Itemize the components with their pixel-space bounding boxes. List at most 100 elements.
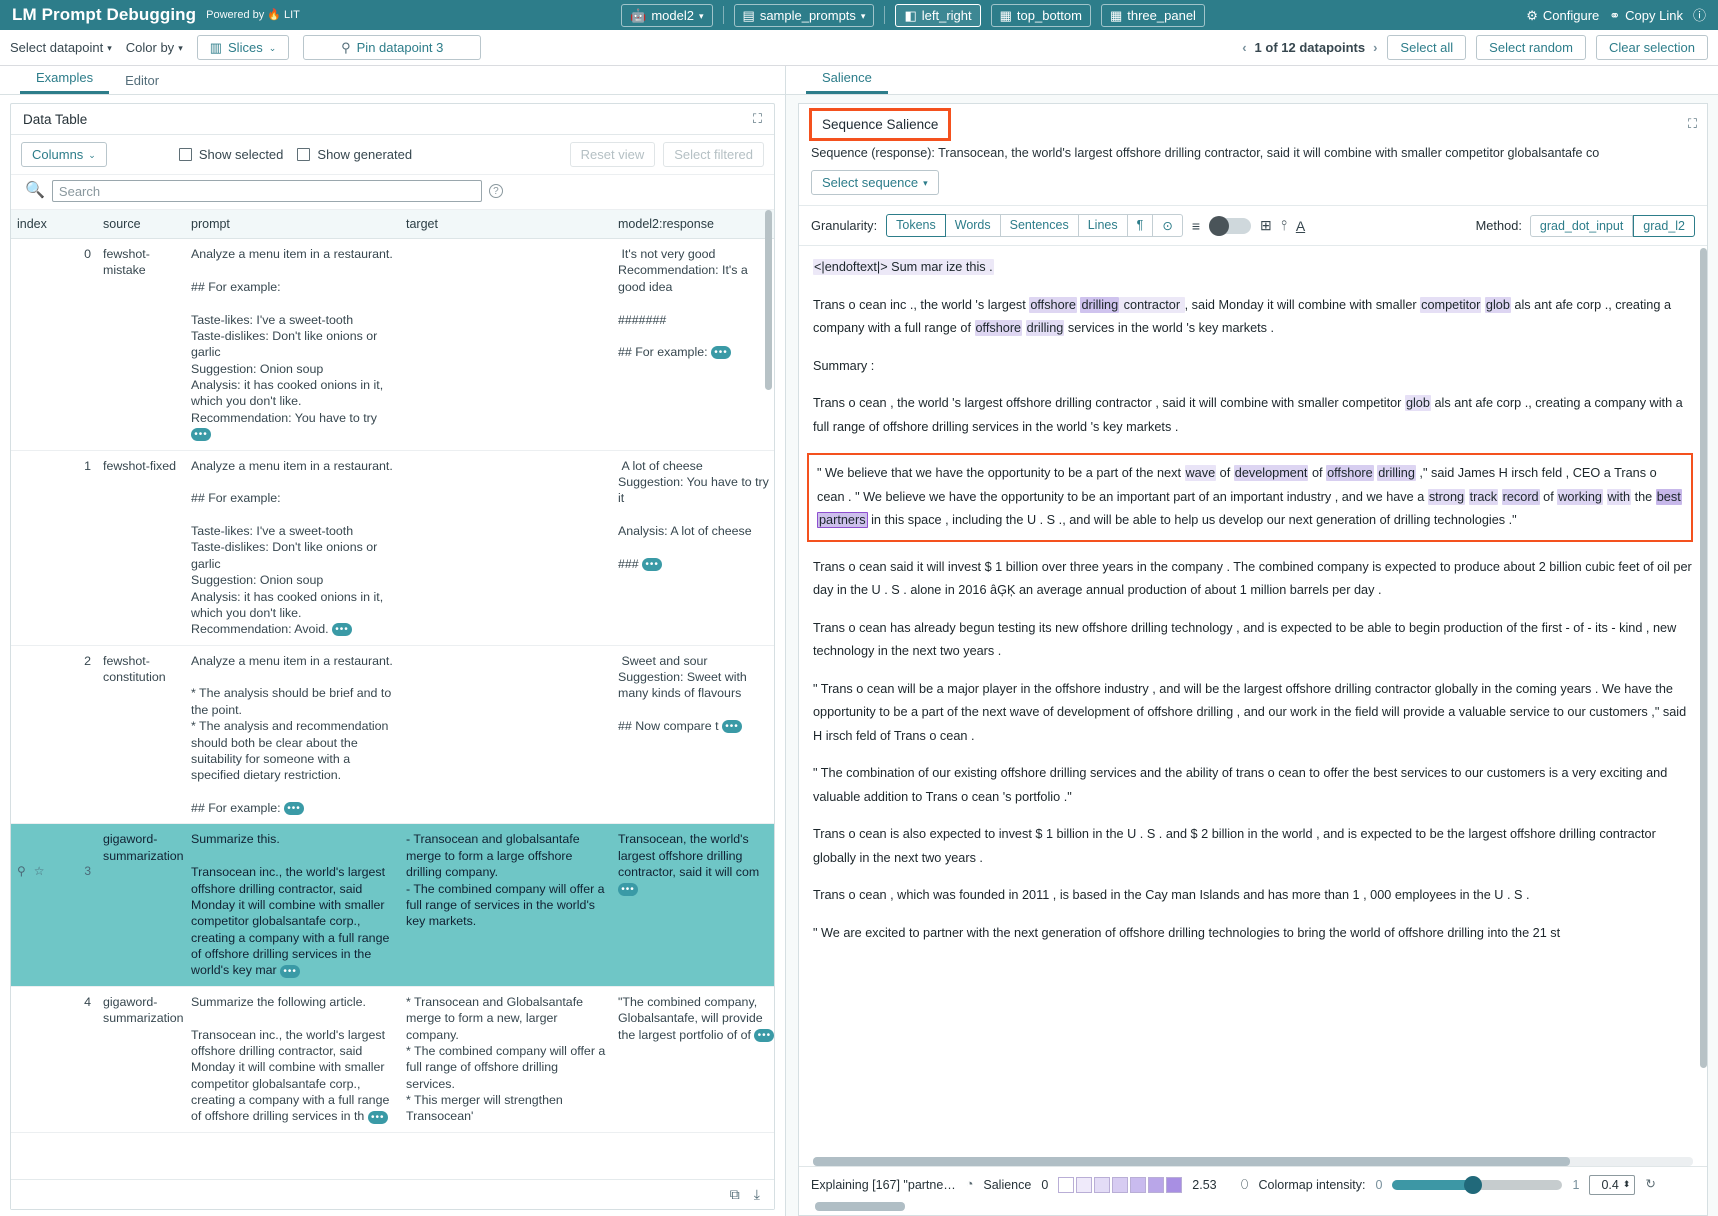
show-selected-checkbox[interactable]: Show selected [179, 147, 284, 162]
granularity-tokens[interactable]: Tokens [886, 214, 946, 237]
expand-more-icon[interactable]: ••• [280, 965, 300, 978]
salience-token[interactable]: <|endoftext|> Sum mar ize this . [813, 259, 994, 275]
intensity-stepper[interactable]: 0.4 ⬍ [1589, 1175, 1635, 1195]
salience-token[interactable]: competitor [1420, 297, 1481, 313]
color-by-dropdown[interactable]: Color by ▾ [126, 40, 183, 55]
salience-token[interactable]: strong [1428, 489, 1465, 505]
salience-token[interactable]: with [1607, 489, 1632, 505]
salience-token-run[interactable]: Trans o cean has already begun testing i… [813, 621, 1676, 659]
salience-vertical-scrollbar[interactable] [1700, 248, 1707, 1068]
copy-icon[interactable]: ⧉ [730, 1186, 740, 1203]
salience-token-run[interactable]: Trans o cean inc ., the world 's largest [813, 298, 1029, 312]
select-sequence-button[interactable]: Select sequence ▾ [811, 170, 939, 195]
slices-button[interactable]: ▥ Slices ⌄ [197, 35, 290, 60]
palette-icon[interactable]: ◔ [966, 1178, 974, 1191]
tab-editor[interactable]: Editor [109, 69, 175, 94]
expand-more-icon[interactable]: ••• [332, 623, 352, 636]
salience-token-run[interactable]: " Trans o cean will be a major player in… [813, 682, 1686, 743]
layout-top-bottom-button[interactable]: ▦ top_bottom [991, 4, 1091, 27]
granularity-words[interactable]: Words [946, 214, 1001, 237]
expand-more-icon[interactable]: ••• [754, 1029, 774, 1042]
reset-icon[interactable]: ↻ [1645, 1178, 1655, 1191]
salience-token[interactable]: glob [1485, 297, 1511, 313]
star-icon[interactable]: ☆ [34, 864, 45, 880]
expand-more-icon[interactable]: ••• [618, 883, 638, 896]
select-all-button[interactable]: Select all [1387, 35, 1466, 60]
salience-token[interactable]: drilling [1026, 320, 1065, 336]
col-source[interactable]: source [97, 210, 185, 239]
help-button[interactable]: ⓘ [1693, 9, 1706, 22]
dataset-selector[interactable]: ▤ sample_prompts ▾ [734, 4, 875, 27]
model-selector[interactable]: 🤖 model2 ▾ [621, 4, 712, 27]
salience-horizontal-scrollbar[interactable] [813, 1157, 1693, 1166]
select-datapoint-dropdown[interactable]: Select datapoint ▾ [10, 40, 112, 55]
salience-token[interactable]: wave [1185, 465, 1217, 481]
salience-text-area[interactable]: <|endoftext|> Sum mar ize this . Trans o… [799, 246, 1707, 1153]
search-input[interactable] [52, 180, 482, 202]
salience-token[interactable]: offshore [1326, 465, 1374, 481]
download-icon[interactable]: ⤓ [754, 1186, 760, 1203]
col-response[interactable]: model2:response [612, 210, 774, 239]
layout-left-right-button[interactable]: ◧ left_right [895, 4, 980, 27]
vertical-align-icon[interactable]: ⫯ [1281, 217, 1287, 234]
method-grad-l2[interactable]: grad_l2 [1633, 215, 1695, 237]
table-row[interactable]: ⚲ ☆ 3 gigaword-summarization Summarize t… [11, 824, 774, 986]
method-grad-dot-input[interactable]: grad_dot_input [1530, 215, 1633, 237]
columns-button[interactable]: Columns ⌄ [21, 142, 107, 167]
lines-density-icon[interactable]: ≡ [1192, 218, 1200, 234]
slider-knob[interactable] [1464, 1176, 1482, 1194]
salience-token-run[interactable]: Trans o cean , the world 's largest offs… [813, 396, 1405, 410]
tab-salience[interactable]: Salience [806, 66, 888, 94]
tab-examples[interactable]: Examples [20, 66, 109, 94]
salience-token[interactable]: track [1469, 489, 1499, 505]
pin-icon[interactable]: ⚲ [17, 864, 26, 880]
select-filtered-button[interactable]: Select filtered [663, 142, 764, 167]
salience-token-run[interactable]: " We believe that we have the opportunit… [817, 466, 1185, 480]
salience-token[interactable]: offshore [975, 320, 1023, 336]
expand-more-icon[interactable]: ••• [722, 720, 742, 733]
layout-three-panel-button[interactable]: ▦ three_panel [1101, 4, 1205, 27]
clear-selection-button[interactable]: Clear selection [1596, 35, 1708, 60]
table-vertical-scrollbar[interactable] [765, 210, 772, 390]
expand-more-icon[interactable]: ••• [711, 346, 731, 359]
salience-token[interactable]: offshore [1029, 297, 1077, 313]
configure-button[interactable]: ⚙ Configure [1526, 8, 1599, 23]
granularity-custom[interactable]: ⊙ [1153, 214, 1182, 237]
granularity-sentences[interactable]: Sentences [1001, 214, 1079, 237]
expand-icon[interactable]: ⛶ [1688, 116, 1697, 132]
dense-toggle[interactable] [1209, 218, 1251, 234]
salience-token-run[interactable]: " We are excited to partner with the nex… [813, 926, 1560, 940]
col-target[interactable]: target [400, 210, 612, 239]
table-row[interactable]: 2 fewshot-constitution Analyze a menu it… [11, 645, 774, 824]
expand-more-icon[interactable]: ••• [642, 558, 662, 571]
table-row[interactable]: 0 fewshot-mistake Analyze a menu item in… [11, 239, 774, 451]
reset-view-button[interactable]: Reset view [570, 142, 656, 167]
pin-datapoint-button[interactable]: ⚲ Pin datapoint 3 [303, 35, 481, 60]
salience-token[interactable]: drilling [1080, 297, 1119, 313]
table-row[interactable]: 1 fewshot-fixed Analyze a menu item in a… [11, 450, 774, 645]
colormap-intensity-slider[interactable] [1392, 1180, 1562, 1190]
salience-token[interactable]: glob [1405, 395, 1431, 411]
grid-icon[interactable]: ⊞ [1260, 217, 1272, 234]
expand-more-icon[interactable]: ••• [191, 428, 211, 441]
col-prompt[interactable]: prompt [185, 210, 400, 239]
salience-token-run[interactable]: Trans o cean , which was founded in 2011… [813, 888, 1530, 902]
salience-token[interactable]: best [1656, 489, 1682, 505]
expand-more-icon[interactable]: ••• [368, 1111, 388, 1124]
salience-token-run[interactable]: Trans o cean is also expected to invest … [813, 827, 1656, 865]
prev-datapoint-button[interactable]: ‹ [1242, 40, 1246, 55]
expand-more-icon[interactable]: ••• [284, 802, 304, 815]
stepper-arrows-icon[interactable]: ⬍ [1623, 1181, 1631, 1188]
salience-bottom-scrollbar[interactable] [811, 1202, 1695, 1211]
data-table-scroll[interactable]: index source prompt target model2:respon… [11, 209, 774, 1179]
salience-token[interactable]: record [1502, 489, 1540, 505]
show-generated-checkbox[interactable]: Show generated [297, 147, 412, 162]
salience-token-run[interactable]: Summary : [813, 359, 874, 373]
font-size-icon[interactable]: A [1296, 218, 1305, 234]
col-index[interactable]: index [11, 210, 97, 239]
salience-token[interactable]: drilling [1377, 465, 1416, 481]
salience-token-run[interactable]: " The combination of our existing offsho… [813, 766, 1667, 804]
salience-token-selected[interactable]: partners [817, 512, 868, 528]
select-random-button[interactable]: Select random [1476, 35, 1586, 60]
salience-token-run[interactable]: Trans o cean said it will invest $ 1 bil… [813, 560, 1692, 598]
